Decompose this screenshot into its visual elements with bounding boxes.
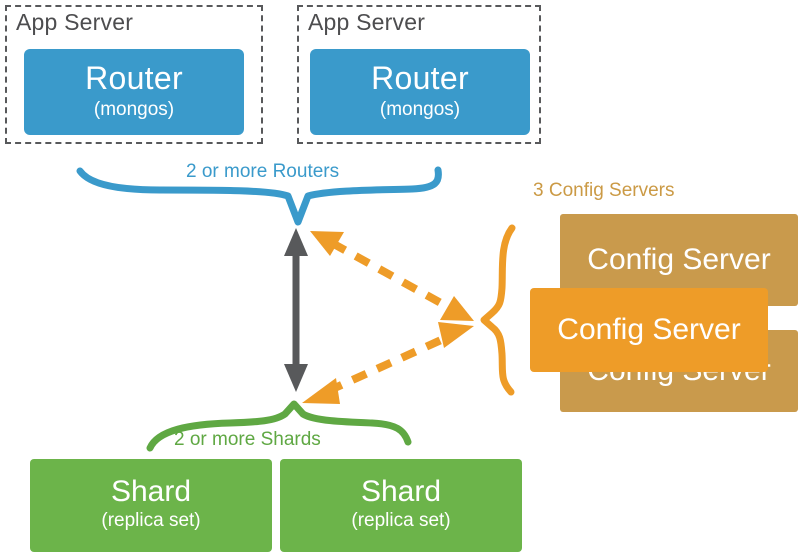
shards-caption: 2 or more Shards	[174, 429, 321, 450]
shard-box-2[interactable]: Shard (replica set)	[280, 459, 522, 552]
routers-caption: 2 or more Routers	[186, 161, 340, 182]
router-box-1[interactable]: Router (mongos)	[24, 49, 244, 135]
router-box-2[interactable]: Router (mongos)	[310, 49, 530, 135]
router-title: Router	[85, 59, 183, 96]
config-server-label: Config Server	[587, 243, 771, 276]
config-caption: 3 Config Servers	[533, 180, 675, 201]
router-subtitle: (mongos)	[93, 98, 175, 120]
sharded-cluster-diagram: App Server Router (mongos) App Server Ro…	[0, 0, 808, 560]
config-server-box-2[interactable]: Config Server	[530, 288, 768, 372]
router-subtitle: (mongos)	[379, 98, 461, 120]
shard-subtitle: (replica set)	[101, 510, 201, 532]
app-server-label: App Server	[308, 9, 426, 35]
config-server-label: Config Server	[557, 313, 741, 346]
routers-config-arrow	[310, 231, 474, 321]
shard-title: Shard	[360, 475, 442, 509]
router-title: Router	[371, 59, 469, 96]
shard-title: Shard	[110, 475, 192, 509]
shard-box-1[interactable]: Shard (replica set)	[30, 459, 272, 552]
shard-subtitle: (replica set)	[351, 510, 451, 532]
config-brace	[480, 224, 516, 396]
shards-config-arrow	[302, 322, 474, 404]
app-server-label: App Server	[16, 9, 134, 35]
routers-shards-arrow	[284, 228, 308, 392]
